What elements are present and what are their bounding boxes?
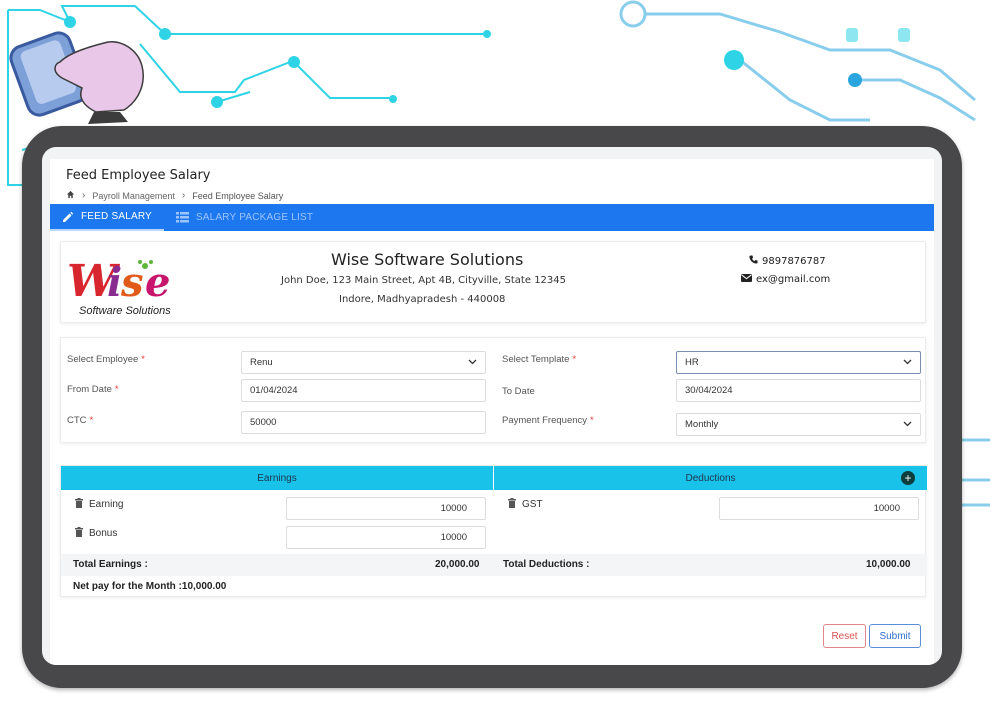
from-date-label: From Date * — [67, 384, 119, 395]
select-employee-value: Renu — [250, 357, 273, 368]
tablet-screen: Feed Employee Salary › Payroll Managemen… — [42, 147, 942, 665]
breadcrumb-separator-icon: › — [181, 190, 186, 201]
earnings-deductions-header: Earnings Deductions + — [61, 466, 927, 490]
envelope-icon — [741, 274, 752, 285]
ctc-field[interactable]: 50000 — [241, 411, 486, 434]
svg-text:e: e — [145, 259, 170, 306]
total-earnings-label: Total Earnings : — [73, 559, 148, 570]
trash-icon[interactable] — [75, 498, 83, 511]
ctc-value: 50000 — [250, 417, 277, 428]
breadcrumb-payroll-management[interactable]: Payroll Management — [92, 191, 175, 201]
submit-button[interactable]: Submit — [869, 624, 921, 648]
tab-feed-salary-label: FEED SALARY — [81, 211, 152, 222]
earning-amount-field[interactable]: 10000 — [286, 497, 486, 520]
page-title: Feed Employee Salary — [66, 168, 211, 183]
stage: Feed Employee Salary › Payroll Managemen… — [0, 0, 990, 701]
breadcrumb-current: Feed Employee Salary — [192, 190, 284, 201]
company-address: John Doe, 123 Main Street, Apt 4B, Cityv… — [281, 275, 566, 286]
company-email: ex@gmail.com — [741, 274, 830, 285]
earnings-deductions-card: Earnings Deductions + Earning 10000 Bonu… — [60, 465, 927, 597]
tab-bar: FEED SALARY SALARY PACKAGE LIST — [50, 204, 934, 231]
svg-text:i: i — [107, 259, 122, 306]
phone-icon — [749, 255, 758, 267]
gst-label-text: GST — [522, 499, 543, 510]
company-phone: 9897876787 — [749, 255, 826, 267]
company-email-text: ex@gmail.com — [756, 274, 831, 285]
from-date-field[interactable]: 01/04/2024 — [241, 379, 486, 402]
reset-button[interactable]: Reset — [823, 624, 866, 648]
earnings-header: Earnings — [61, 466, 494, 490]
add-deduction-button[interactable]: + — [901, 471, 915, 485]
home-icon[interactable] — [66, 190, 75, 201]
total-earnings-value: 20,000.00 — [435, 559, 480, 570]
company-name: Wise Software Solutions — [331, 250, 524, 269]
deductions-header-label: Deductions — [685, 472, 736, 484]
pencil-icon — [62, 211, 74, 223]
from-date-value: 01/04/2024 — [250, 385, 298, 396]
breadcrumb-separator-icon: › — [82, 190, 86, 201]
salary-form-card: Select Employee * Renu Select Template * H… — [60, 337, 926, 443]
bonus-row-label: Bonus — [75, 527, 117, 540]
tab-salary-package-list-label: SALARY PACKAGE LIST — [195, 212, 314, 223]
select-employee-label: Select Employee * — [67, 354, 145, 365]
chevron-down-icon — [903, 357, 912, 368]
payment-frequency-label: Payment Frequency * — [502, 415, 594, 426]
content-panel: Feed Employee Salary › Payroll Managemen… — [50, 159, 934, 665]
select-template-label: Select Template * — [502, 354, 577, 365]
company-phone-text: 9897876787 — [762, 255, 826, 267]
payment-frequency-dropdown[interactable]: Monthly — [676, 413, 921, 436]
total-deductions-value: 10,000.00 — [866, 559, 911, 570]
to-date-label: To Date — [502, 386, 535, 397]
company-info-card: W i s e Software Solutions Wise Software… — [60, 241, 926, 323]
net-pay: Net pay for the Month :10,000.00 — [73, 581, 227, 592]
tab-feed-salary[interactable]: FEED SALARY — [50, 204, 164, 231]
svg-text:s: s — [120, 259, 144, 306]
total-deductions-label: Total Deductions : — [503, 559, 590, 570]
phone-hand-illustration — [9, 31, 144, 124]
select-template-value: HR — [685, 357, 699, 368]
deductions-header: Deductions + — [494, 466, 927, 490]
company-logo: W i s e Software Solutions — [65, 250, 199, 318]
payment-frequency-value: Monthly — [685, 419, 719, 430]
to-date-field[interactable]: 30/04/2024 — [676, 379, 921, 402]
company-city: Indore, Madhyapradesh - 440008 — [339, 294, 506, 305]
totals-row: Total Earnings : 20,000.00 Total Deducti… — [61, 554, 927, 576]
bonus-label-text: Bonus — [89, 528, 118, 539]
gst-row-label: GST — [508, 498, 543, 511]
list-icon — [175, 212, 189, 223]
gst-amount-field[interactable]: 10000 — [719, 497, 919, 520]
bonus-amount-field[interactable]: 10000 — [286, 526, 486, 549]
to-date-value: 30/04/2024 — [685, 385, 733, 396]
earning-label-text: Earning — [89, 499, 124, 510]
chevron-down-icon — [903, 419, 912, 430]
earning-row-label: Earning — [75, 498, 123, 511]
select-template-dropdown[interactable]: HR — [676, 351, 921, 374]
trash-icon[interactable] — [75, 527, 83, 540]
chevron-down-icon — [468, 357, 477, 368]
select-employee-dropdown[interactable]: Renu — [241, 351, 486, 374]
breadcrumb: › Payroll Management › Feed Employee Sal… — [66, 190, 283, 201]
tab-salary-package-list[interactable]: SALARY PACKAGE LIST — [164, 204, 325, 231]
trash-icon[interactable] — [508, 498, 516, 511]
svg-text:Software Solutions: Software Solutions — [79, 305, 171, 317]
ctc-label: CTC * — [67, 415, 94, 426]
